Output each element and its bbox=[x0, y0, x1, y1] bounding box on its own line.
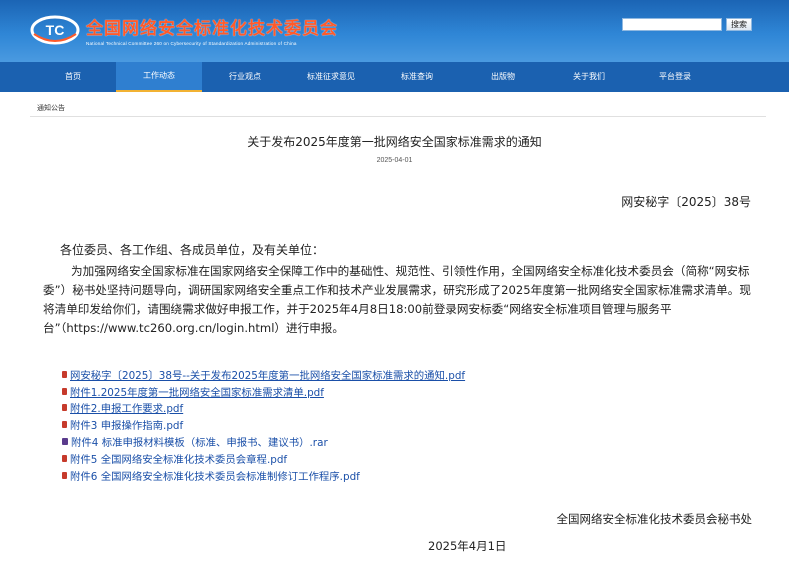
attachment-link-2[interactable]: 附件2.申报工作要求.pdf bbox=[70, 400, 183, 415]
search-input[interactable] bbox=[622, 18, 722, 31]
tc-logo-icon: TC bbox=[30, 14, 80, 46]
signature-date: 2025年4月1日 bbox=[428, 539, 507, 553]
nav-item-home[interactable]: 首页 bbox=[30, 62, 116, 92]
search-bar: 搜索 bbox=[622, 18, 752, 31]
attachment-link-1[interactable]: 附件1.2025年度第一批网络安全国家标准需求清单.pdf bbox=[70, 384, 324, 399]
nav-item-platform-login[interactable]: 平台登录 bbox=[632, 62, 718, 92]
attachment-link-3[interactable]: 附件3 申报操作指南.pdf bbox=[70, 417, 183, 432]
attachment-item: 附件6 全国网络安全标准化技术委员会标准制修订工作程序.pdf bbox=[62, 467, 465, 484]
signature-org: 全国网络安全标准化技术委员会秘书处 bbox=[556, 512, 753, 526]
nav-item-standard-search[interactable]: 标准查询 bbox=[374, 62, 460, 92]
org-subtitle: National Technical Committee 260 on Cybe… bbox=[86, 41, 297, 46]
pdf-file-icon bbox=[62, 471, 67, 479]
search-button[interactable]: 搜索 bbox=[726, 18, 752, 31]
site-logo[interactable]: TC 全国网络安全标准化技术委员会 National Technical Com… bbox=[30, 14, 338, 46]
attachment-link-notice[interactable]: 网安秘字〔2025〕38号--关于发布2025年度第一批网络安全国家标准需求的通… bbox=[70, 367, 465, 382]
attachment-item: 网安秘字〔2025〕38号--关于发布2025年度第一批网络安全国家标准需求的通… bbox=[62, 366, 465, 383]
attachment-list: 网安秘字〔2025〕38号--关于发布2025年度第一批网络安全国家标准需求的通… bbox=[62, 366, 465, 484]
pdf-file-icon bbox=[62, 370, 67, 378]
pdf-file-icon bbox=[62, 404, 67, 412]
nav-item-industry-views[interactable]: 行业观点 bbox=[202, 62, 288, 92]
breadcrumb[interactable]: 通知公告 bbox=[37, 103, 65, 113]
main-nav: 首页 工作动态 行业观点 标准征求意见 标准查询 出版物 关于我们 平台登录 bbox=[0, 62, 789, 92]
attachment-item: 附件4 标准申报材料模板（标准、申报书、建议书）.rar bbox=[62, 433, 465, 450]
article-body: 为加强网络安全国家标准在国家网络安全保障工作中的基础性、规范性、引领性作用，全国… bbox=[43, 264, 751, 335]
pdf-file-icon bbox=[62, 421, 67, 429]
salutation: 各位委员、各工作组、各成员单位，及有关单位： bbox=[60, 243, 325, 257]
nav-item-about-us[interactable]: 关于我们 bbox=[546, 62, 632, 92]
nav-item-standard-comments[interactable]: 标准征求意见 bbox=[288, 62, 374, 92]
nav-item-publications[interactable]: 出版物 bbox=[460, 62, 546, 92]
svg-text:TC: TC bbox=[46, 22, 65, 38]
attachment-link-5[interactable]: 附件5 全国网络安全标准化技术委员会章程.pdf bbox=[70, 451, 287, 466]
nav-item-work-news[interactable]: 工作动态 bbox=[116, 62, 202, 92]
attachment-item: 附件1.2025年度第一批网络安全国家标准需求清单.pdf bbox=[62, 383, 465, 400]
article-date: 2025-04-01 bbox=[376, 157, 413, 164]
pdf-file-icon bbox=[62, 387, 67, 395]
attachment-link-6[interactable]: 附件6 全国网络安全标准化技术委员会标准制修订工作程序.pdf bbox=[70, 468, 360, 483]
pdf-file-icon bbox=[62, 454, 67, 462]
org-title: 全国网络安全标准化技术委员会 bbox=[86, 19, 338, 39]
attachment-item: 附件2.申报工作要求.pdf bbox=[62, 400, 465, 417]
article-title: 关于发布2025年度第一批网络安全国家标准需求的通知 bbox=[247, 135, 542, 149]
document-number: 网安秘字〔2025〕38号 bbox=[621, 195, 751, 209]
site-header: TC 全国网络安全标准化技术委员会 National Technical Com… bbox=[0, 0, 789, 62]
attachment-item: 附件5 全国网络安全标准化技术委员会章程.pdf bbox=[62, 450, 465, 467]
rar-file-icon bbox=[62, 438, 68, 446]
attachment-link-4[interactable]: 附件4 标准申报材料模板（标准、申报书、建议书）.rar bbox=[71, 434, 328, 449]
attachment-item: 附件3 申报操作指南.pdf bbox=[62, 416, 465, 433]
divider bbox=[30, 116, 766, 117]
